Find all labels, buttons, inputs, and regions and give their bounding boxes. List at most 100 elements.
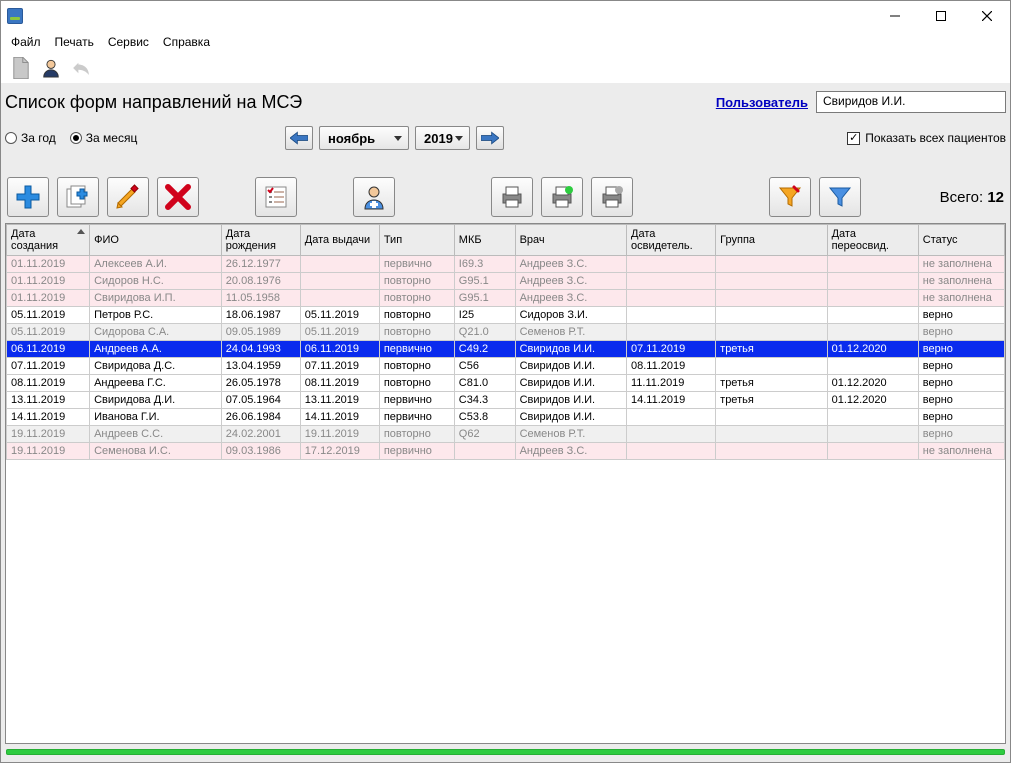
table-cell: 07.11.2019 xyxy=(7,358,90,375)
checklist-button[interactable] xyxy=(255,177,297,217)
edit-button[interactable] xyxy=(107,177,149,217)
table-cell: Андреева Г.С. xyxy=(90,375,222,392)
month-select[interactable]: ноябрь xyxy=(319,126,409,150)
copy-add-button[interactable] xyxy=(57,177,99,217)
table-cell: Андреев З.С. xyxy=(515,256,626,273)
table-row[interactable]: 19.11.2019Семенова И.С.09.03.198617.12.2… xyxy=(7,443,1005,460)
window-buttons xyxy=(872,1,1010,31)
table-row[interactable]: 06.11.2019Андреев А.А.24.04.199306.11.20… xyxy=(7,341,1005,358)
menu-service[interactable]: Сервис xyxy=(108,35,149,49)
table-row[interactable]: 08.11.2019Андреева Г.С.26.05.197808.11.2… xyxy=(7,375,1005,392)
table-cell: 08.11.2019 xyxy=(627,358,716,375)
minimize-button[interactable] xyxy=(872,1,918,31)
maximize-button[interactable] xyxy=(918,1,964,31)
data-table: Дата созданияФИОДата рожденияДата выдачи… xyxy=(6,224,1005,460)
table-cell xyxy=(627,307,716,324)
data-table-wrap[interactable]: Дата созданияФИОДата рожденияДата выдачи… xyxy=(5,223,1006,744)
col-header[interactable]: Дата переосвид. xyxy=(827,225,918,256)
table-cell xyxy=(827,358,918,375)
col-header[interactable]: Дата освидетель. xyxy=(627,225,716,256)
table-cell: 05.11.2019 xyxy=(300,307,379,324)
print-button-2[interactable] xyxy=(541,177,583,217)
filter-active-button[interactable] xyxy=(769,177,811,217)
table-cell: C56 xyxy=(454,358,515,375)
print-button-1[interactable] xyxy=(491,177,533,217)
table-cell: Q62 xyxy=(454,426,515,443)
header-row: Список форм направлений на МСЭ Пользоват… xyxy=(5,85,1006,119)
table-cell: Свиридова Д.И. xyxy=(90,392,222,409)
table-cell: повторно xyxy=(379,290,454,307)
table-cell: 13.04.1959 xyxy=(221,358,300,375)
radio-dot-icon xyxy=(5,132,17,144)
table-cell: C34.3 xyxy=(454,392,515,409)
radio-dot-icon xyxy=(70,132,82,144)
user-label-link[interactable]: Пользователь xyxy=(716,95,808,110)
table-cell: верно xyxy=(918,324,1004,341)
table-cell: Сидоров Н.С. xyxy=(90,273,222,290)
undo-icon[interactable] xyxy=(69,56,93,80)
table-cell: Свиридов И.И. xyxy=(515,341,626,358)
action-bar: Всего: 12 xyxy=(5,175,1006,219)
app-icon xyxy=(7,8,23,24)
table-cell xyxy=(300,256,379,273)
col-header[interactable]: Дата выдачи xyxy=(300,225,379,256)
print-button-3[interactable] xyxy=(591,177,633,217)
year-select[interactable]: 2019 xyxy=(415,126,470,150)
table-cell xyxy=(827,443,918,460)
table-cell: Свиридов И.И. xyxy=(515,392,626,409)
table-cell: верно xyxy=(918,392,1004,409)
table-cell: Семенов Р.Т. xyxy=(515,426,626,443)
col-header[interactable]: МКБ xyxy=(454,225,515,256)
delete-button[interactable] xyxy=(157,177,199,217)
document-icon[interactable] xyxy=(9,56,33,80)
table-row[interactable]: 05.11.2019Петров Р.С.18.06.198705.11.201… xyxy=(7,307,1005,324)
col-header[interactable]: ФИО xyxy=(90,225,222,256)
table-cell: Сидоров З.И. xyxy=(515,307,626,324)
radio-year[interactable]: За год xyxy=(5,131,56,145)
table-cell: 17.12.2019 xyxy=(300,443,379,460)
menu-help[interactable]: Справка xyxy=(163,35,210,49)
col-header[interactable]: Дата рождения xyxy=(221,225,300,256)
table-row[interactable]: 01.11.2019Свиридова И.П.11.05.1958повтор… xyxy=(7,290,1005,307)
table-row[interactable]: 07.11.2019Свиридова Д.С.13.04.195907.11.… xyxy=(7,358,1005,375)
table-cell: Сидорова С.А. xyxy=(90,324,222,341)
table-row[interactable]: 13.11.2019Свиридова Д.И.07.05.196413.11.… xyxy=(7,392,1005,409)
prev-month-button[interactable] xyxy=(285,126,313,150)
table-cell: Иванова Г.И. xyxy=(90,409,222,426)
col-header[interactable]: Врач xyxy=(515,225,626,256)
table-cell: Андреев З.С. xyxy=(515,290,626,307)
table-cell: Петров Р.С. xyxy=(90,307,222,324)
table-cell: первично xyxy=(379,341,454,358)
col-header[interactable]: Статус xyxy=(918,225,1004,256)
close-button[interactable] xyxy=(964,1,1010,31)
table-row[interactable]: 14.11.2019Иванова Г.И.26.06.198414.11.20… xyxy=(7,409,1005,426)
filter-button[interactable] xyxy=(819,177,861,217)
user-field[interactable]: Свиридов И.И. xyxy=(816,91,1006,113)
period-controls: За год За месяц ноябрь 2019 Пок xyxy=(5,123,1006,153)
table-row[interactable]: 19.11.2019Андреев С.С.24.02.200119.11.20… xyxy=(7,426,1005,443)
menu-print[interactable]: Печать xyxy=(55,35,94,49)
col-header[interactable]: Группа xyxy=(716,225,827,256)
table-cell: Андреев З.С. xyxy=(515,273,626,290)
table-row[interactable]: 01.11.2019Сидоров Н.С.20.08.1976повторно… xyxy=(7,273,1005,290)
table-cell: 26.12.1977 xyxy=(221,256,300,273)
menu-file[interactable]: Файл xyxy=(11,35,41,49)
table-cell xyxy=(716,358,827,375)
doctor-button[interactable] xyxy=(353,177,395,217)
table-cell: верно xyxy=(918,426,1004,443)
page-title: Список форм направлений на МСЭ xyxy=(5,92,302,113)
col-header[interactable]: Тип xyxy=(379,225,454,256)
col-header[interactable]: Дата создания xyxy=(7,225,90,256)
radio-month[interactable]: За месяц xyxy=(70,131,138,145)
add-button[interactable] xyxy=(7,177,49,217)
table-cell xyxy=(827,307,918,324)
table-row[interactable]: 05.11.2019Сидорова С.А.09.05.198905.11.2… xyxy=(7,324,1005,341)
table-cell xyxy=(627,324,716,341)
table-cell: 05.11.2019 xyxy=(7,307,90,324)
table-cell: 05.11.2019 xyxy=(300,324,379,341)
show-all-checkbox[interactable]: Показать всех пациентов xyxy=(847,131,1006,145)
next-month-button[interactable] xyxy=(476,126,504,150)
user-icon[interactable] xyxy=(39,56,63,80)
table-row[interactable]: 01.11.2019Алексеев А.И.26.12.1977первичн… xyxy=(7,256,1005,273)
table-cell: G95.1 xyxy=(454,273,515,290)
